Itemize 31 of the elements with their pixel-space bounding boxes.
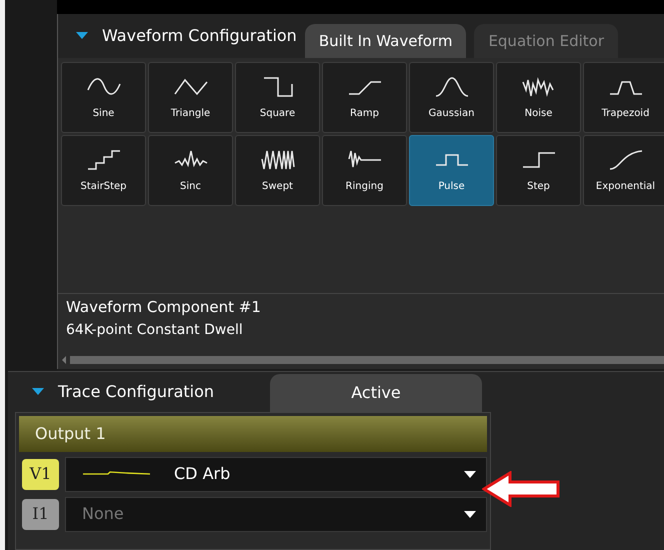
trace-dropdown[interactable]: None [65,496,487,532]
waveform-tile[interactable]: Sine [61,62,146,133]
waveform-tile[interactable]: Exponential [583,135,664,206]
callout-arrow-icon [482,471,562,507]
tab[interactable]: Built In Waveform [304,24,466,58]
output-title: Output 1 [35,423,106,445]
panel-title: Trace Configuration [58,381,214,403]
tab[interactable]: Equation Editor [474,24,618,58]
waveform-tile[interactable]: Swept [235,135,320,206]
channel-badge[interactable]: I1 [22,498,59,530]
panel-title: Waveform Configuration [102,25,297,47]
waveform-tile[interactable]: StairStep [61,135,146,206]
collapse-triangle-icon[interactable] [76,32,88,40]
channel-badge[interactable]: V1 [22,458,59,490]
waveform-tile[interactable]: Square [235,62,320,133]
waveform-tile[interactable]: Sinc [148,135,233,206]
waveform-tile[interactable]: Pulse [409,135,494,206]
waveform-tile[interactable]: Ringing [322,135,407,206]
dropdown-caret-icon [464,510,476,518]
waveform-tile[interactable]: Ramp [322,62,407,133]
waveform-tile[interactable]: Gaussian [409,62,494,133]
component-detail: 64K-point Constant Dwell [66,321,244,340]
collapse-triangle-icon[interactable] [32,388,44,396]
tab[interactable]: Active [270,374,482,412]
component-title: Waveform Component #1 [66,296,262,318]
waveform-tile[interactable]: Trapezoid [583,62,664,133]
waveform-tile[interactable]: Noise [496,62,581,133]
waveform-tile[interactable]: Triangle [148,62,233,133]
waveform-tile[interactable]: Step [496,135,581,206]
dropdown-caret-icon [464,470,476,478]
trace-dropdown[interactable]: CD Arb [65,456,487,492]
